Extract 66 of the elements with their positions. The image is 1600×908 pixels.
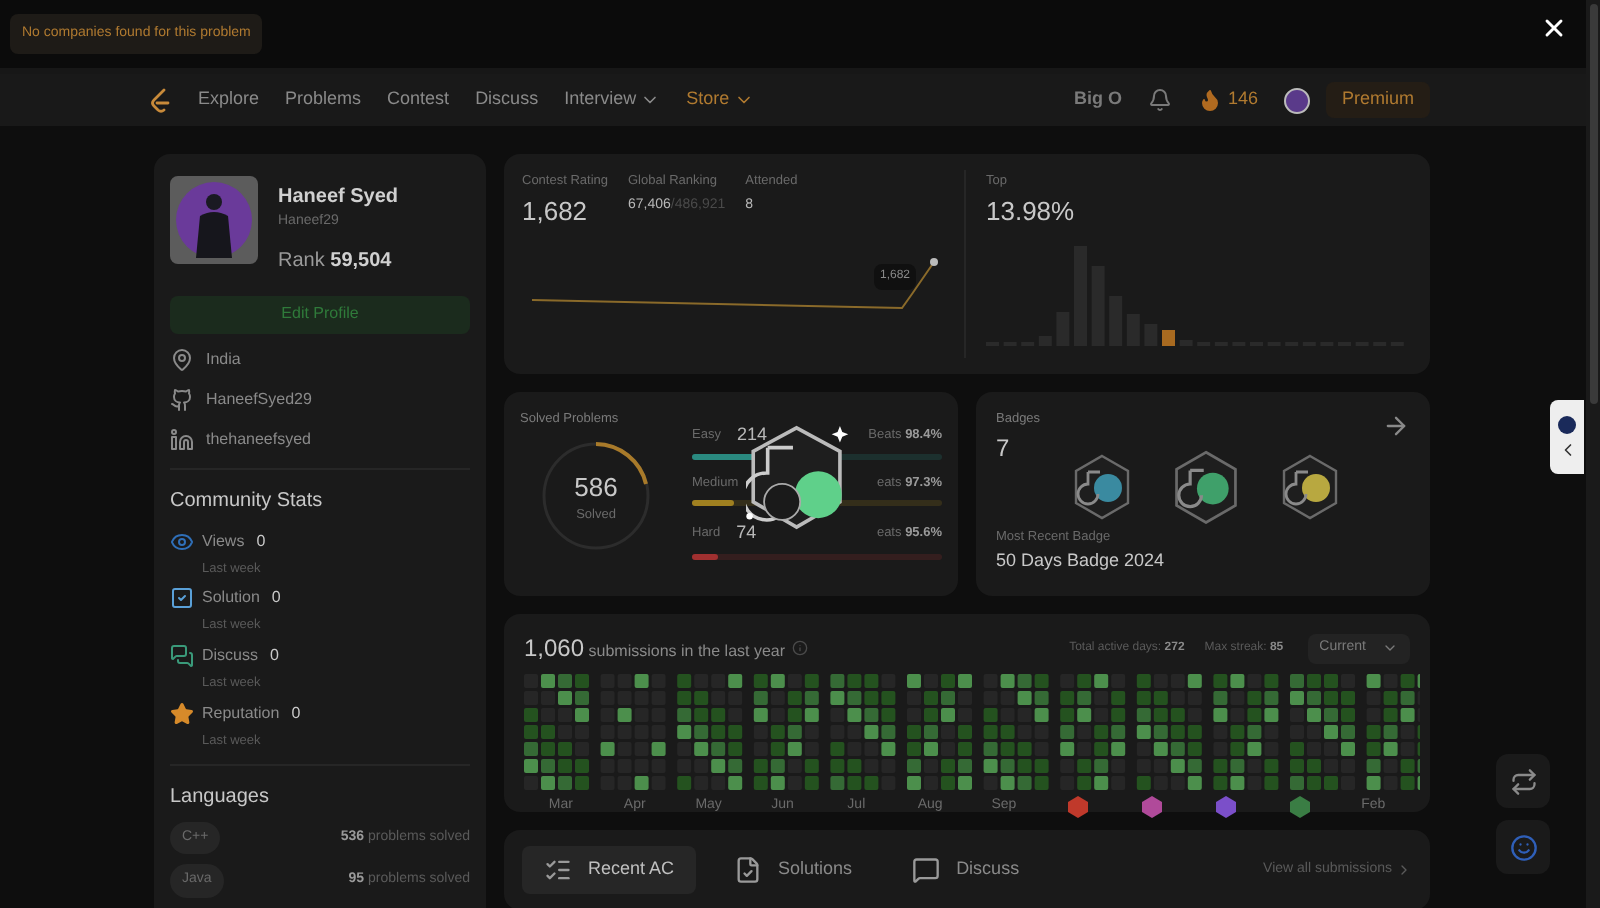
- stat-label: Views: [202, 529, 245, 553]
- section-title: Languages: [170, 783, 271, 811]
- chevron-right-icon: [1396, 862, 1412, 878]
- hexagon-icon: [1141, 796, 1162, 818]
- list-icon: [544, 856, 572, 884]
- stat-label: Discuss: [202, 644, 259, 668]
- location-pin-icon: [170, 347, 194, 371]
- nav-link[interactable]: Store: [686, 86, 754, 114]
- bell-icon[interactable]: [1147, 88, 1172, 112]
- switch-button[interactable]: [1496, 754, 1550, 808]
- chat-icon: [170, 644, 194, 668]
- repeat-icon: [1509, 767, 1537, 795]
- badge-icon: [1072, 453, 1132, 520]
- badge-count: 7: [996, 431, 1012, 466]
- stat-value: 0: [256, 529, 266, 553]
- tab[interactable]: Recent AC: [522, 846, 697, 894]
- tab[interactable]: Solutions: [712, 846, 875, 894]
- chat-button[interactable]: [1496, 820, 1550, 874]
- stat-label: Reputation: [202, 701, 280, 726]
- nav-link[interactable]: Interview: [564, 86, 661, 114]
- chat-icon: [912, 856, 941, 884]
- streak-counter[interactable]: 146: [1197, 86, 1258, 114]
- solved-count: 586: [574, 469, 618, 505]
- checkbox-icon: [170, 586, 194, 611]
- document-check-icon: [734, 856, 763, 884]
- section-title: Community Stats: [170, 487, 325, 515]
- side-widget[interactable]: [1550, 400, 1584, 474]
- premium-button[interactable]: Premium: [1325, 82, 1430, 118]
- badge-icon: [1280, 453, 1340, 520]
- profile-link[interactable]: HaneefSyed29: [206, 387, 312, 411]
- edit-profile-button[interactable]: Edit Profile: [170, 295, 470, 333]
- nav-link[interactable]: Problems: [285, 86, 362, 114]
- profile-link[interactable]: thehaneefsyed: [206, 427, 311, 451]
- top-percentage: 13.98%: [986, 193, 1077, 230]
- flame-icon: [1197, 88, 1222, 112]
- logo-icon[interactable]: [148, 87, 172, 113]
- arrow-right-icon[interactable]: [1382, 412, 1410, 440]
- difficulty-count: 214: [736, 421, 767, 448]
- progress-ring-drawing: [540, 440, 652, 553]
- badge-icon: [1172, 449, 1240, 525]
- hexagon-icon: [1067, 796, 1088, 818]
- submissions-count: 1,060 submissions in the last year: [524, 632, 786, 666]
- chat-bot-icon: [1509, 833, 1537, 861]
- difficulty-count: 74: [736, 520, 757, 546]
- hexagon-icon: [1289, 796, 1310, 818]
- hexagon-icon: [1215, 796, 1236, 818]
- caret-icon: [1382, 640, 1398, 656]
- nav-link[interactable]: Discuss: [475, 86, 539, 114]
- recent-badge-title: 50 Days Badge 2024: [996, 547, 1167, 574]
- stat-value: 0: [271, 586, 281, 611]
- close-icon[interactable]: [1540, 14, 1568, 42]
- linkedin-icon: [170, 427, 194, 451]
- stat-value: 0: [291, 701, 301, 726]
- nav-link[interactable]: Explore: [198, 86, 260, 114]
- profile-name: Haneef Syed: [278, 184, 399, 212]
- contest-rating: 1,682: [522, 193, 590, 230]
- stat-label: Solution: [202, 586, 260, 611]
- tab[interactable]: Discuss: [890, 846, 1042, 894]
- big-o-link[interactable]: Big O: [1073, 86, 1122, 114]
- avatar-icon[interactable]: [1283, 87, 1310, 113]
- star-icon: [170, 701, 194, 726]
- nav-link[interactable]: Contest: [387, 86, 450, 114]
- stat-value: 0: [270, 644, 279, 668]
- rank-text: Rank 59,504: [278, 247, 394, 275]
- github-icon: [170, 387, 194, 411]
- eye-icon: [170, 529, 194, 553]
